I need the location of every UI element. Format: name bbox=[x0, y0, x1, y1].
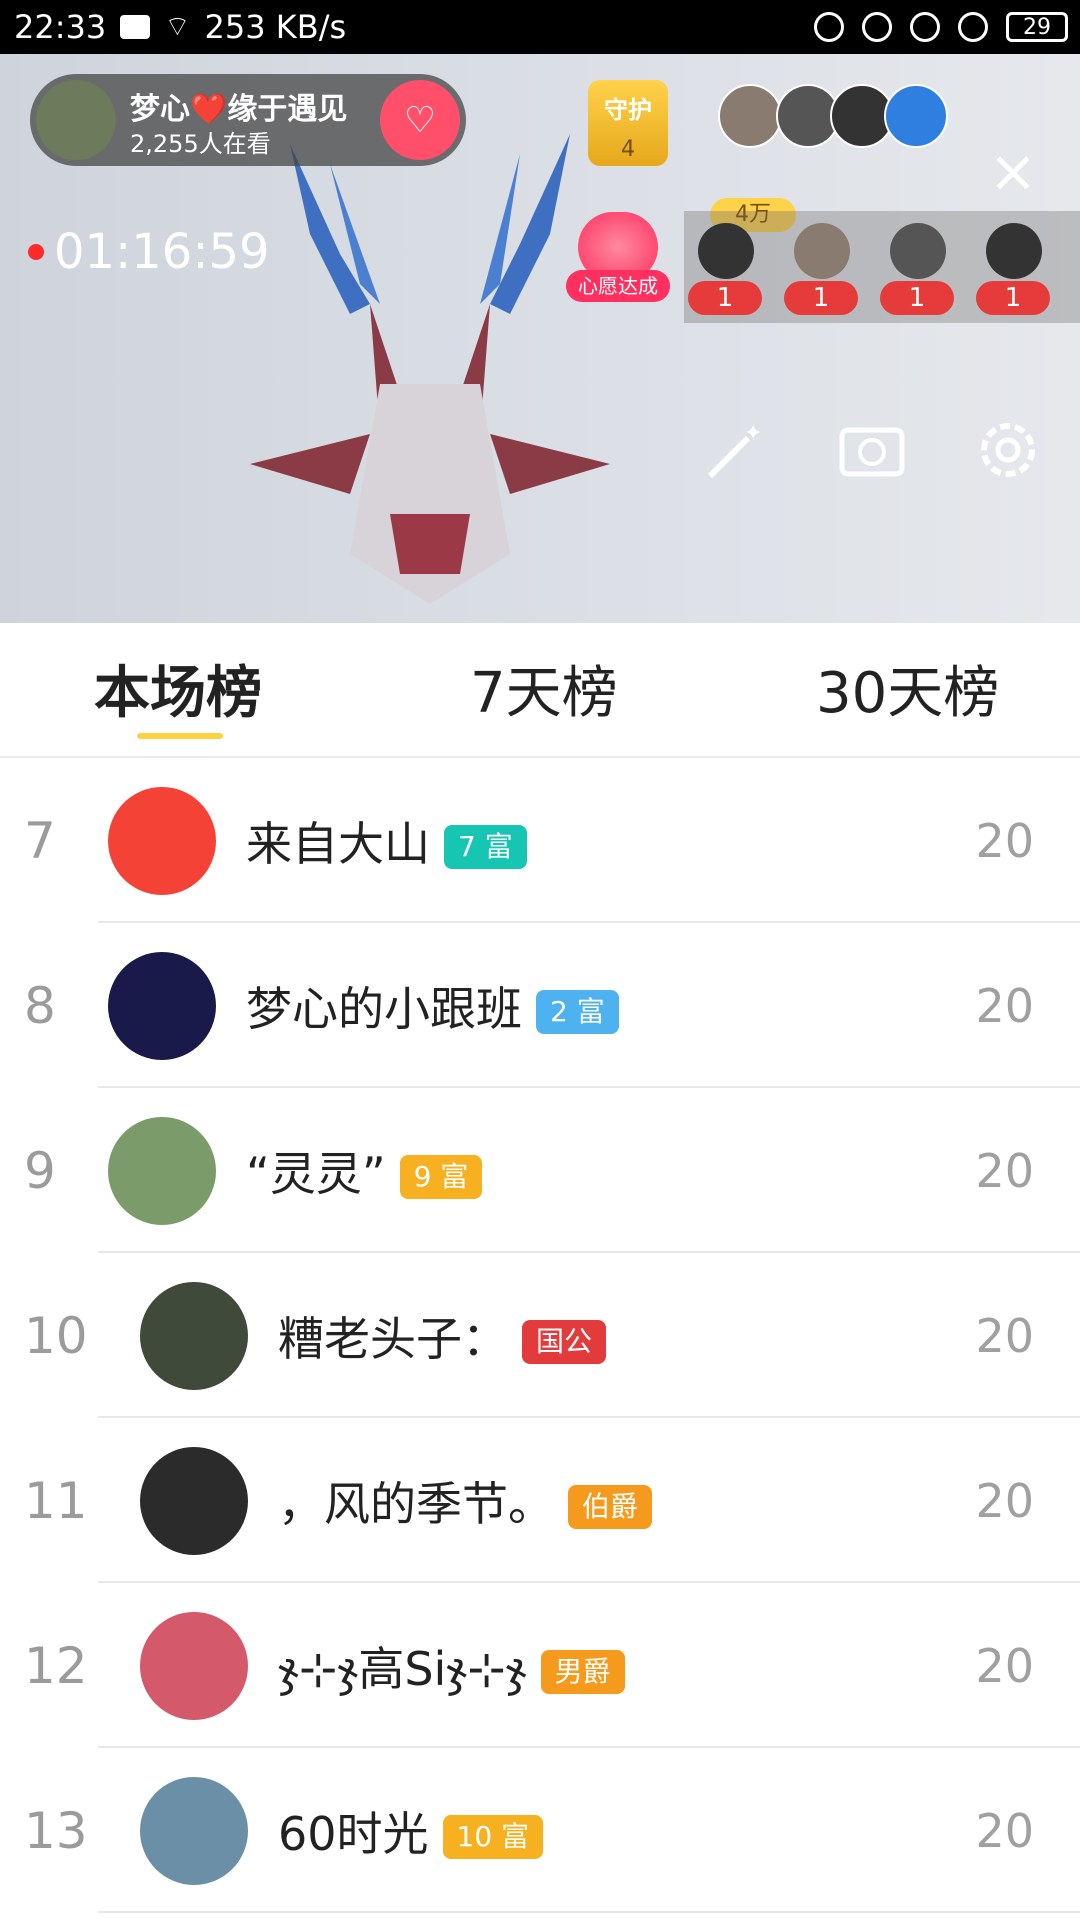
rank-badge: 国公 bbox=[522, 1320, 607, 1364]
settings-gear-icon[interactable] bbox=[972, 414, 1044, 486]
top-viewer-avatar[interactable] bbox=[884, 84, 948, 148]
magic-wand-icon[interactable]: ✦ bbox=[700, 414, 772, 486]
list-item[interactable]: 9 “灵灵” 9 富 20 bbox=[0, 1088, 1080, 1253]
list-item[interactable]: 10 糟老头子： 国公 20 bbox=[0, 1253, 1080, 1418]
host-name: 梦心❤️缘于遇见 bbox=[130, 92, 348, 127]
close-icon[interactable]: × bbox=[988, 142, 1038, 200]
score: 20 bbox=[975, 978, 1034, 1033]
user-avatar bbox=[890, 223, 946, 279]
rank-badge: 2 富 bbox=[536, 990, 619, 1034]
user-name: 来自大山 7 富 bbox=[246, 808, 527, 874]
live-timer: 01:16:59 bbox=[28, 224, 270, 280]
live-dot-icon bbox=[28, 244, 44, 260]
user-avatar bbox=[794, 223, 850, 279]
battery-icon: 29 bbox=[1006, 12, 1068, 42]
deer-head-decoration bbox=[250, 134, 610, 604]
list-item[interactable]: 8 梦心的小跟班 2 富 20 bbox=[0, 923, 1080, 1088]
notification-icon bbox=[120, 15, 151, 39]
score: 20 bbox=[975, 813, 1034, 868]
headphone-icon bbox=[958, 12, 988, 42]
clock: 22:33 bbox=[14, 8, 107, 46]
list-item[interactable]: 11 ，风的季节。 伯爵 20 bbox=[0, 1418, 1080, 1583]
rank-number: 9 bbox=[24, 1141, 56, 1200]
strip-user[interactable]: 1 bbox=[976, 211, 1050, 323]
rank-badge: 10 富 bbox=[442, 1815, 544, 1859]
avatar[interactable] bbox=[140, 1446, 248, 1555]
score: 20 bbox=[975, 1308, 1034, 1363]
follow-heart-button[interactable]: ♡ bbox=[380, 80, 460, 160]
avatar[interactable] bbox=[108, 1116, 216, 1225]
avatar[interactable] bbox=[108, 786, 216, 895]
avatar[interactable] bbox=[140, 1611, 248, 1720]
score: 20 bbox=[975, 1143, 1034, 1198]
strip-user[interactable]: 1 bbox=[784, 211, 858, 323]
tab-30-days[interactable]: 30天榜 bbox=[816, 648, 999, 729]
divider bbox=[98, 1911, 1080, 1913]
rank-badge: 伯爵 bbox=[568, 1485, 653, 1529]
user-count: 1 bbox=[688, 281, 762, 315]
user-count: 1 bbox=[880, 281, 954, 315]
timer-text: 01:16:59 bbox=[54, 224, 270, 280]
tab-current-session[interactable]: 本场榜 bbox=[94, 648, 262, 729]
rank-badge: 男爵 bbox=[540, 1650, 625, 1694]
viewer-count: 2,255人在看 bbox=[130, 130, 271, 158]
score: 20 bbox=[975, 1473, 1034, 1528]
guard-label: 守护 bbox=[604, 96, 652, 124]
user-avatar bbox=[698, 223, 754, 279]
strip-user[interactable]: 1 bbox=[688, 211, 762, 323]
svg-text:✦: ✦ bbox=[744, 421, 762, 446]
user-name: 梦心的小跟班 2 富 bbox=[246, 973, 619, 1039]
rank-number: 13 bbox=[24, 1801, 88, 1860]
active-tab-indicator bbox=[137, 733, 223, 739]
wish-label[interactable]: 心愿达成 bbox=[566, 270, 670, 302]
ranking-tabs: 本场榜 7天榜 30天榜 bbox=[0, 623, 1080, 758]
wifi-icon: ⌔ bbox=[164, 9, 191, 43]
rank-number: 10 bbox=[24, 1306, 88, 1365]
list-item[interactable]: 12 ჯ⊹ჯ高Siჯ⊹ჯ 男爵 20 bbox=[0, 1583, 1080, 1748]
user-count: 1 bbox=[784, 281, 858, 315]
user-name: ，风的季节。 伯爵 bbox=[278, 1468, 653, 1534]
guard-count: 4 bbox=[621, 137, 635, 162]
rank-badge: 9 富 bbox=[399, 1155, 483, 1199]
user-name: 60时光 10 富 bbox=[278, 1798, 544, 1864]
host-info-pill[interactable]: 梦心❤️缘于遇见 2,255人在看 ♡ bbox=[30, 74, 466, 166]
tab-7-days[interactable]: 7天榜 bbox=[470, 648, 618, 729]
strip-user[interactable]: 1 bbox=[880, 211, 954, 323]
list-item[interactable]: 13 60时光 10 富 20 bbox=[0, 1748, 1080, 1913]
list-item[interactable]: 7 来自大山 7 富 20 bbox=[0, 758, 1080, 923]
user-avatar bbox=[986, 223, 1042, 279]
user-count: 1 bbox=[976, 281, 1050, 315]
top-viewer-avatar[interactable] bbox=[718, 84, 782, 148]
user-name: “灵灵” 9 富 bbox=[246, 1138, 483, 1204]
rank-number: 12 bbox=[24, 1636, 88, 1695]
lock-icon bbox=[862, 12, 892, 42]
switch-camera-icon[interactable] bbox=[836, 414, 908, 486]
avatar[interactable] bbox=[140, 1281, 248, 1390]
rank-number: 8 bbox=[24, 976, 56, 1035]
network-speed: 253 KB/s bbox=[204, 8, 347, 46]
live-video: 梦心❤️缘于遇见 2,255人在看 ♡ 守护 4 4万 × 01:16:59 心… bbox=[0, 54, 1080, 623]
rank-badge: 7 富 bbox=[444, 825, 527, 869]
gift-rank-strip: 1 1 1 1 bbox=[684, 211, 1080, 323]
avatar[interactable] bbox=[108, 951, 216, 1060]
status-bar: 22:33 ⌔ 253 KB/s 29 bbox=[0, 0, 1080, 54]
rank-number: 11 bbox=[24, 1471, 88, 1530]
score: 20 bbox=[975, 1803, 1034, 1858]
mute-icon bbox=[814, 12, 844, 42]
alarm-icon bbox=[910, 12, 940, 42]
user-name: 糟老头子： 国公 bbox=[278, 1303, 607, 1369]
host-avatar[interactable] bbox=[36, 80, 116, 160]
guard-badge[interactable]: 守护 4 bbox=[588, 80, 668, 166]
battery-level: 29 bbox=[1023, 14, 1051, 40]
avatar[interactable] bbox=[140, 1776, 248, 1885]
rank-number: 7 bbox=[24, 811, 56, 870]
score: 20 bbox=[975, 1638, 1034, 1693]
user-name: ჯ⊹ჯ高Siჯ⊹ჯ 男爵 bbox=[278, 1633, 625, 1699]
